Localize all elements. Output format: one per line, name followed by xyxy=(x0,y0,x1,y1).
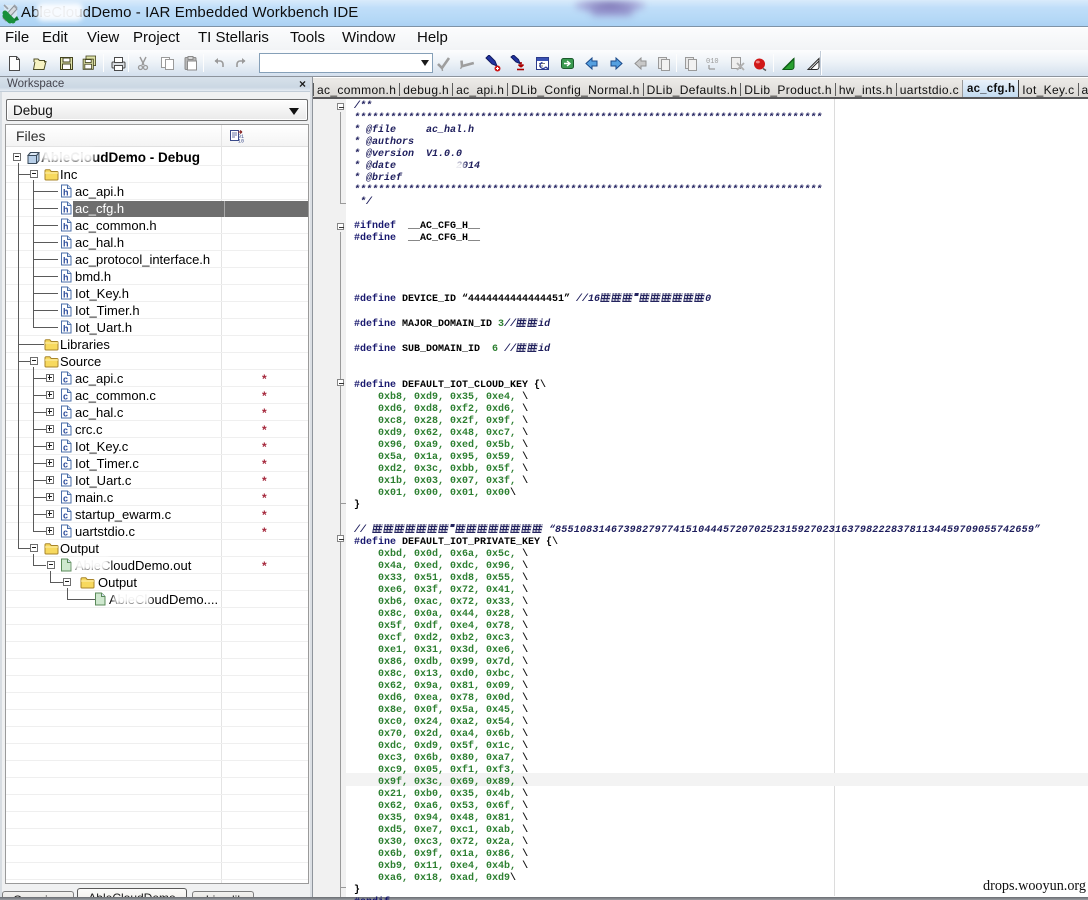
svg-text:c: c xyxy=(63,443,68,453)
svg-text:h: h xyxy=(63,324,69,334)
svg-text:h: h xyxy=(63,273,69,283)
svg-text:h: h xyxy=(63,188,69,198)
svg-text:c: c xyxy=(63,494,68,504)
svg-text:c: c xyxy=(63,528,68,538)
svg-text:h: h xyxy=(63,307,69,317)
svg-text:c: c xyxy=(63,477,68,487)
svg-text:h: h xyxy=(63,256,69,266)
svg-text:c: c xyxy=(63,511,68,521)
svg-text:c: c xyxy=(63,409,68,419)
svg-text:h: h xyxy=(63,205,69,215)
svg-text:010: 010 xyxy=(706,58,719,66)
svg-text:c: c xyxy=(63,375,68,385)
svg-text:c: c xyxy=(63,460,68,470)
svg-text:c: c xyxy=(63,426,68,436)
svg-text:h: h xyxy=(63,239,69,249)
svg-text:h: h xyxy=(63,222,69,232)
svg-text:h: h xyxy=(63,290,69,300)
svg-text:10: 10 xyxy=(238,139,244,145)
svg-text:c: c xyxy=(63,392,68,402)
